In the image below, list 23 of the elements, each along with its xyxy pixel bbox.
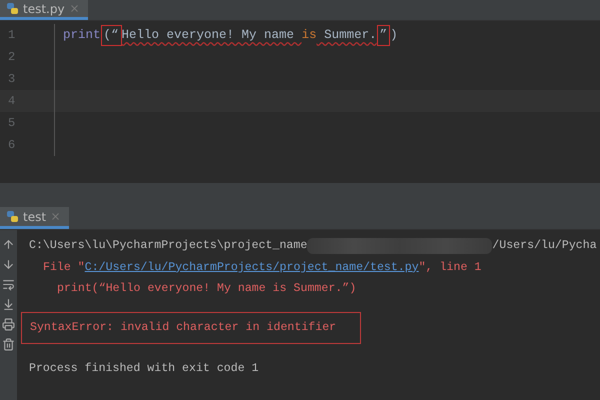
run-tab[interactable]: test — [0, 207, 70, 229]
exit-message: Process finished with exit code 1 — [29, 362, 259, 375]
error-source-line: print(“Hello everyone! My name is Summer.”) — [57, 282, 356, 296]
line-number: 2 — [7, 50, 16, 64]
line-number: 5 — [7, 116, 16, 130]
line-number: 6 — [7, 138, 16, 152]
console-text: /Users/lu/Pycha — [492, 239, 597, 252]
editor-tab[interactable]: test.py — [0, 0, 88, 20]
line-number: 1 — [7, 28, 16, 42]
trash-icon[interactable] — [2, 338, 15, 351]
arrow-up-icon[interactable] — [2, 238, 15, 251]
line-number: 3 — [7, 72, 16, 86]
error-text: ", line 1 — [418, 260, 482, 274]
error-text: File " — [43, 260, 85, 274]
python-file-icon — [6, 210, 19, 223]
file-link[interactable]: C:/Users/lu/PycharmProjects/project_name/test.py — [84, 260, 419, 274]
printer-icon[interactable] — [2, 318, 15, 331]
wrap-text-icon[interactable] — [2, 278, 15, 291]
arrow-down-icon[interactable] — [2, 258, 15, 271]
console-text: C:\Users\lu\PycharmProjects\project_name — [29, 239, 308, 252]
scroll-to-end-icon[interactable] — [2, 298, 15, 311]
python-file-icon — [6, 2, 19, 15]
error-message: SyntaxError: invalid character in identifier — [21, 312, 361, 344]
